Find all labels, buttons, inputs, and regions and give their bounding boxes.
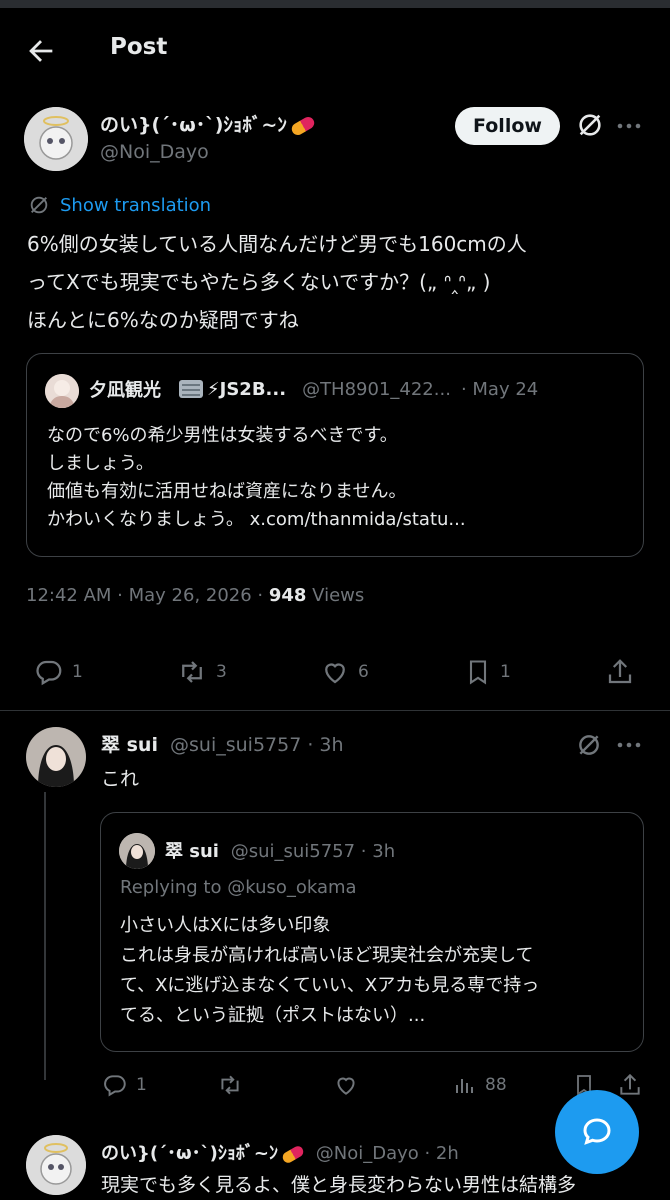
quote-author-handle: @TH8901_422...: [302, 378, 451, 400]
author-name-text: のい}(´･ω･`)ｼｮﾎﾞ~ﾝ: [100, 114, 287, 136]
reply-header: 翠 sui @sui_sui5757 · 3h: [101, 730, 344, 757]
like-icon: [325, 663, 345, 684]
quote-text-line: しましょう。: [47, 453, 154, 474]
reply-quoted-post[interactable]: 翠 sui @sui_sui5757 · 3h Replying to @kus…: [100, 812, 644, 1052]
translate-icon: [30, 196, 48, 214]
reply-quote-handle-time: @sui_sui5757 · 3h: [230, 841, 396, 862]
divider: [0, 710, 670, 711]
repost-icon[interactable]: [216, 1072, 244, 1098]
header: Post: [0, 8, 670, 90]
back-arrow-icon[interactable]: [24, 34, 58, 68]
replying-handle: @kuso_okama: [227, 877, 357, 898]
compose-icon: [583, 1118, 611, 1145]
avatar[interactable]: [24, 107, 88, 171]
reply-reply-button[interactable]: 1: [102, 1072, 147, 1098]
bookmark-button[interactable]: 1: [464, 657, 511, 687]
reply-quote-avatar: [119, 833, 155, 869]
quote-author-name: 夕凪観光: [89, 380, 161, 401]
like-count: 6: [358, 662, 369, 682]
reply-quote-author-name: 翠 sui: [165, 841, 219, 862]
views-label: Views: [306, 585, 365, 606]
reply2-avatar[interactable]: [26, 1135, 86, 1195]
show-translation-label: Show translation: [60, 194, 212, 216]
reply2-author-name[interactable]: のい}(´･ω･`)ｼｮﾎﾞ~ﾝ: [101, 1143, 278, 1164]
quoted-post[interactable]: 夕凪観光 ⚡JS2B... @TH8901_422... · May 24 なの…: [26, 353, 644, 557]
quote-author-suffix: ⚡JS2B...: [207, 378, 287, 400]
reply-avatar[interactable]: [26, 727, 86, 787]
pill-emoji-icon: [289, 114, 317, 137]
show-translation-link[interactable]: Show translation: [28, 194, 211, 216]
post-text-line: 6%側の女装している人間なんだけど男でも160cmの人: [27, 232, 527, 256]
like-icon[interactable]: [333, 1072, 359, 1098]
like-button[interactable]: 6: [320, 657, 369, 687]
replying-to: Replying to @kuso_okama: [120, 877, 357, 898]
author-name[interactable]: のい}(´･ω･`)ｼｮﾎﾞ~ﾝ: [100, 110, 317, 137]
repost-button[interactable]: 3: [176, 657, 227, 687]
reply-author-name[interactable]: 翠 sui: [101, 734, 158, 756]
reply-count: 1: [72, 662, 83, 682]
page-title: Post: [110, 34, 168, 60]
views-count: 948: [268, 585, 307, 606]
abacus-emoji-icon: [179, 380, 203, 398]
quote-text: なので6%の希少男性は女装するべきです。 しましょう。 価値も有効に活用せねば資…: [47, 422, 466, 534]
bookmark-count: 1: [500, 662, 511, 682]
reply-button[interactable]: 1: [34, 657, 83, 687]
reply-reply-count: 1: [136, 1075, 147, 1095]
reply-quote-line: これは身長が高ければ高いほど現実社会が充実して: [120, 945, 534, 966]
repost-count: 3: [216, 662, 227, 682]
post-timestamp: 12:42 AM · May 26, 2026 ·: [26, 585, 269, 606]
post-text-line: ほんとに6%なのか疑問ですね: [27, 308, 299, 332]
more-icon[interactable]: [616, 116, 642, 136]
quote-text-line: かわいくなりましょう。 x.com/thanmida/statu...: [47, 509, 466, 530]
status-strip: [0, 0, 670, 8]
reply-quote-text: 小さい人はXには多い印象 これは身長が高ければ高いほど現実社会が充実して て、X…: [120, 911, 539, 1031]
author-handle[interactable]: @Noi_Dayo: [100, 141, 209, 163]
share-icon[interactable]: [617, 1072, 643, 1098]
quote-date: · May 24: [460, 378, 539, 400]
share-icon[interactable]: [605, 657, 635, 687]
grok-icon[interactable]: [576, 732, 602, 758]
thread-line: [44, 792, 46, 1080]
quote-avatar: [45, 374, 79, 408]
reply-icon: [36, 660, 62, 686]
pill-emoji-icon: [280, 1143, 306, 1165]
grok-icon[interactable]: [576, 111, 604, 139]
reply-text: これ: [101, 768, 140, 790]
repost-icon: [182, 661, 202, 683]
reply2-text: 現実でも多く見るよ、僕と身長変わらない男性は結構多: [101, 1174, 577, 1196]
replying-prefix: Replying to: [120, 877, 228, 898]
follow-button[interactable]: Follow: [455, 107, 560, 145]
reply-icon: [104, 1075, 126, 1097]
reply-quote-line: て、Xに逃げ込まなくていい、Xアカも見る専で持っ: [120, 975, 540, 996]
reply-handle-time: @sui_sui5757 · 3h: [170, 734, 344, 756]
reply2-header: のい}(´･ω･`)ｼｮﾎﾞ~ﾝ @Noi_Dayo · 2h: [101, 1139, 459, 1165]
quote-text-line: 価値も有効に活用せねば資産になりません。: [47, 481, 407, 502]
post-text: 6%側の女装している人間なんだけど男でも160cmの人 ってXでも現実でもやたら…: [27, 225, 527, 339]
more-icon[interactable]: [616, 735, 642, 755]
reply-quote-line: 小さい人はXには多い印象: [120, 915, 331, 936]
bookmark-icon: [469, 660, 487, 685]
compose-button[interactable]: [555, 1090, 639, 1174]
quote-text-line: なので6%の希少男性は女装するべきです。: [47, 425, 398, 446]
reply-views-count: 88: [485, 1075, 507, 1095]
post-meta: 12:42 AM · May 26, 2026 · 948 Views: [26, 585, 364, 606]
reply2-handle-time: @Noi_Dayo · 2h: [315, 1143, 459, 1164]
views-icon: [456, 1079, 473, 1093]
reply-views-button[interactable]: 88: [453, 1072, 507, 1098]
post-text-line: ってXでも現実でもやたら多くないですか？(„ ᐢ‸ᐢ„ ): [27, 270, 491, 294]
reply-quote-line: てる、という証拠（ポストはない）...: [120, 1005, 426, 1026]
